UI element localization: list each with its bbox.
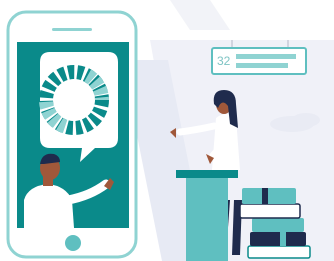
book [247, 245, 311, 259]
phone [6, 10, 138, 259]
sign-number: 32 [217, 54, 231, 68]
speech-bubble [39, 52, 118, 162]
book [250, 232, 306, 246]
phone-home-button[interactable] [65, 235, 81, 251]
phone-speaker [52, 28, 92, 31]
illustration: 32 [6, 0, 334, 261]
book [239, 203, 301, 219]
book [252, 218, 304, 232]
book [242, 188, 296, 204]
